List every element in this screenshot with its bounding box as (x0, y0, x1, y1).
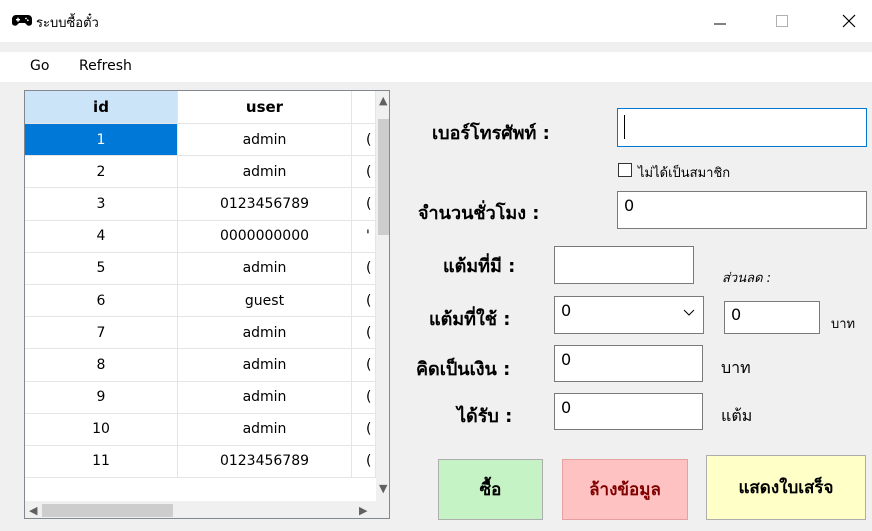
scroll-up-icon[interactable]: ▲ (379, 95, 387, 106)
close-button[interactable] (826, 0, 872, 42)
table-row[interactable]: 6 guest( (25, 284, 376, 318)
cell-extra[interactable]: ( (352, 156, 376, 189)
hours-label: จำนวนชั่วโมง : (418, 203, 540, 224)
chevron-down-icon (683, 309, 695, 316)
cell-id[interactable]: 4 (25, 220, 178, 253)
cell-user[interactable]: 0123456789 (178, 445, 352, 479)
cell-user[interactable]: admin (178, 381, 352, 414)
show-receipt-button[interactable]: แสดงใบเสร็จ (706, 455, 866, 520)
discount-input[interactable]: 0 (724, 301, 820, 334)
cell-extra[interactable]: ( (352, 445, 376, 479)
vertical-scrollbar[interactable]: ▲ ▼ (376, 91, 389, 501)
table-row[interactable]: 1 admin( (25, 124, 376, 157)
maximize-icon (776, 15, 788, 27)
cell-extra[interactable]: ' (352, 220, 376, 253)
points-use-label: แต้มที่ใช้ : (429, 309, 511, 330)
cell-user[interactable]: admin (178, 413, 352, 446)
points-use-select[interactable]: 0 (554, 296, 704, 334)
window-title: ระบบซื้อตั๋ว (36, 16, 99, 31)
column-header-id[interactable]: id (25, 91, 178, 124)
column-header-extra[interactable] (352, 91, 376, 124)
close-icon (842, 14, 856, 28)
points-have-label: แต้มที่มี : (443, 256, 516, 277)
cell-id[interactable]: 11 (25, 445, 178, 479)
data-grid[interactable]: id user 1 admin(2 admin(3 0123456789(4 00000… (24, 90, 390, 519)
earn-unit: แต้ม (721, 406, 753, 425)
table-row[interactable]: 4 0000000000 ' (25, 220, 376, 253)
cell-user[interactable]: 0000000000 (178, 220, 352, 253)
menu-item-go[interactable]: Go (30, 58, 49, 74)
discount-unit: บาท (831, 317, 856, 332)
phone-label: เบอร์โทรศัพท์ : (432, 123, 550, 144)
maximize-button[interactable] (759, 0, 805, 42)
cell-id[interactable]: 3 (25, 188, 178, 221)
gamepad-icon (12, 15, 32, 26)
table-row[interactable]: 8 admin( (25, 349, 376, 382)
cell-user[interactable]: guest (178, 284, 352, 318)
title-bar: ระบบซื้อตั๋ว (0, 0, 872, 42)
cell-extra[interactable]: ( (352, 284, 376, 318)
table-row[interactable]: 9 admin( (25, 381, 376, 414)
table-row[interactable]: 5 admin( (25, 252, 376, 285)
grid-header: id user (25, 91, 389, 124)
cell-extra[interactable]: ( (352, 252, 376, 285)
clear-button[interactable]: ล้างข้อมูล (562, 459, 688, 520)
total-unit: บาท (721, 358, 751, 377)
discount-label: ส่วนลด : (722, 271, 772, 286)
cell-id[interactable]: 5 (25, 252, 178, 285)
scroll-right-icon[interactable]: ▶ (359, 505, 367, 516)
earn-label: ได้รับ : (457, 406, 513, 427)
cell-id[interactable]: 1 (25, 124, 178, 157)
cell-extra[interactable]: ( (352, 413, 376, 446)
grid-rows: 1 admin(2 admin(3 0123456789(4 0000000000 ' 5 a… (25, 124, 376, 479)
cell-user[interactable]: admin (178, 124, 352, 157)
hours-input[interactable]: 0 (617, 191, 867, 229)
cell-extra[interactable]: ( (352, 188, 376, 221)
cell-extra[interactable]: ( (352, 317, 376, 350)
cell-id[interactable]: 2 (25, 156, 178, 189)
scroll-corner (376, 501, 389, 518)
total-label: คิดเป็นเงิน : (416, 359, 511, 380)
cell-user[interactable]: admin (178, 317, 352, 350)
text-caret (624, 115, 625, 139)
cell-user[interactable]: 0123456789 (178, 188, 352, 221)
table-row[interactable]: 2 admin( (25, 156, 376, 189)
not-member-label: ไม่ได้เป็นสมาชิก (638, 166, 731, 181)
cell-user[interactable]: admin (178, 349, 352, 382)
buy-button[interactable]: ซื้อ (438, 459, 543, 520)
earn-input[interactable]: 0 (554, 393, 703, 430)
table-row[interactable]: 10 admin( (25, 413, 376, 446)
cell-user[interactable]: admin (178, 252, 352, 285)
cell-id[interactable]: 7 (25, 317, 178, 350)
cell-user[interactable]: admin (178, 156, 352, 189)
horizontal-scroll-thumb[interactable] (42, 504, 173, 517)
cell-id[interactable]: 8 (25, 349, 178, 382)
cell-extra[interactable]: ( (352, 349, 376, 382)
column-header-user[interactable]: user (178, 91, 352, 124)
points-have-input[interactable] (554, 246, 694, 284)
minimize-button[interactable] (697, 0, 743, 42)
table-row[interactable]: 3 0123456789( (25, 188, 376, 221)
horizontal-scrollbar[interactable]: ◀ ▶ (25, 501, 376, 518)
minimize-icon (714, 23, 726, 25)
menu-bar: Go Refresh (0, 52, 872, 82)
scroll-down-icon[interactable]: ▼ (379, 483, 387, 494)
not-member-checkbox[interactable] (618, 163, 632, 177)
cell-id[interactable]: 9 (25, 381, 178, 414)
cell-id[interactable]: 6 (25, 284, 178, 318)
cell-extra[interactable]: ( (352, 124, 376, 157)
total-input[interactable]: 0 (554, 345, 703, 382)
phone-input[interactable] (617, 108, 867, 147)
table-row[interactable]: 7 admin( (25, 317, 376, 350)
cell-extra[interactable]: ( (352, 381, 376, 414)
vertical-scroll-thumb[interactable] (378, 119, 389, 235)
cell-id[interactable]: 10 (25, 413, 178, 446)
table-row[interactable]: 11 0123456789( (25, 445, 376, 479)
scroll-left-icon[interactable]: ◀ (29, 505, 37, 516)
menu-item-refresh[interactable]: Refresh (79, 58, 132, 74)
